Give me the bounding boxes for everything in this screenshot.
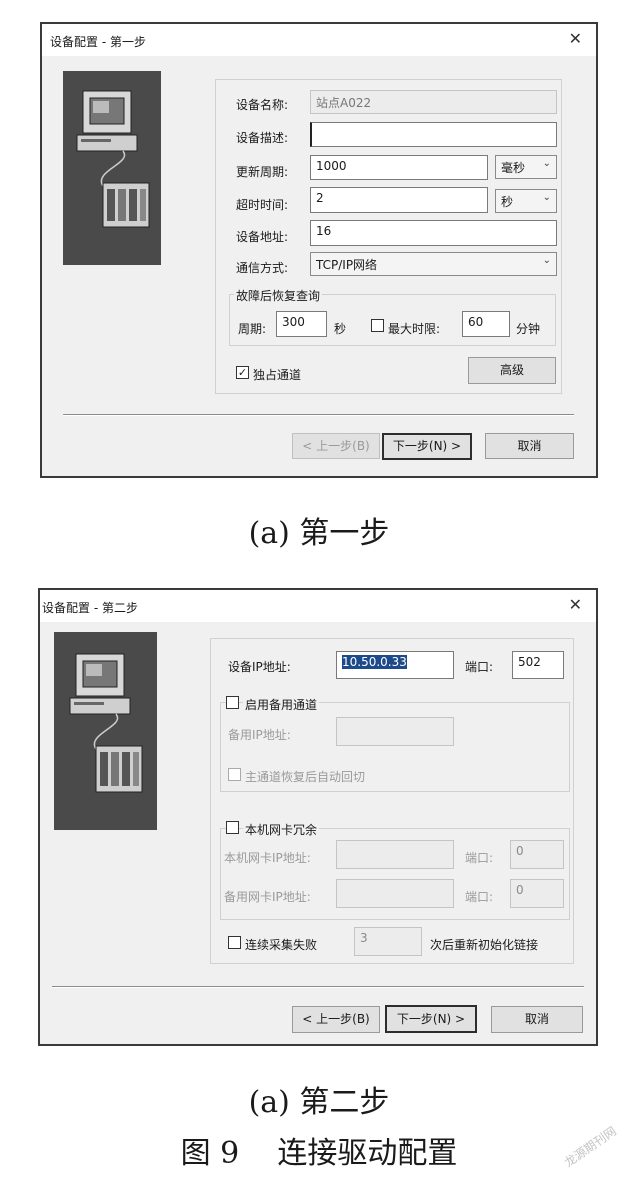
cycle-label: 周期: — [238, 322, 267, 336]
separator — [63, 414, 574, 416]
title-bar: 设备配置 - 第一步 ✕ — [42, 24, 596, 56]
ip-address-label: 设备IP地址: — [228, 660, 291, 674]
continuous-fail-checkbox[interactable] — [228, 936, 241, 949]
exclusive-channel-label: 独占通道 — [253, 368, 302, 382]
backup-port-label: 端口: — [465, 890, 494, 904]
update-period-unit: 毫秒 — [501, 161, 526, 175]
backup-nic-ip-field[interactable] — [336, 879, 454, 908]
timeout-unit: 秒 — [501, 195, 514, 209]
update-period-unit-select[interactable]: 毫秒 ⌄ — [495, 155, 557, 179]
backup-ip-label: 备用IP地址: — [228, 728, 291, 742]
max-limit-checkbox[interactable] — [371, 319, 384, 332]
config-dialog-step1: 设备配置 - 第一步 ✕ 设备名称: 站点A022 设备描述: 更新周期: 10… — [40, 22, 598, 478]
prev-step-button[interactable]: < 上一步(B) — [292, 433, 380, 459]
device-illustration — [63, 71, 161, 265]
computer-plc-icon — [69, 653, 143, 793]
cycle-unit: 秒 — [334, 322, 347, 336]
dialog-title: 设备配置 - 第一步 — [50, 35, 146, 49]
local-port-label: 端口: — [465, 851, 494, 865]
config-dialog-step2: 设备配置 - 第二步 ✕ 设备IP地址: 10.50.0.33 端口: 502 … — [38, 588, 598, 1046]
comm-method-select[interactable]: TCP/IP网络 ⌄ — [310, 252, 557, 276]
max-limit-field[interactable]: 60 — [462, 311, 510, 337]
backup-channel-checkbox[interactable] — [226, 696, 239, 709]
chevron-down-icon: ⌄ — [542, 192, 551, 203]
cycle-field[interactable]: 300 — [276, 311, 327, 337]
local-nic-ip-label: 本机网卡IP地址: — [224, 851, 311, 865]
reinit-suffix-label: 次后重新初始化链接 — [430, 938, 539, 952]
nic-redundancy-checkbox[interactable] — [226, 821, 239, 834]
name-label: 设备名称: — [236, 98, 289, 112]
auto-switch-checkbox[interactable] — [228, 768, 241, 781]
close-icon[interactable]: ✕ — [569, 595, 582, 615]
local-port-field[interactable]: 0 — [510, 840, 564, 869]
exclusive-channel-checkbox[interactable]: ✓ — [236, 366, 249, 379]
max-limit-label: 最大时限: — [388, 322, 441, 336]
advanced-button[interactable]: 高级 — [468, 357, 556, 384]
port-field[interactable]: 502 — [512, 651, 564, 679]
chevron-down-icon: ⌄ — [542, 158, 551, 169]
chevron-down-icon: ⌄ — [542, 255, 551, 266]
comm-method-label: 通信方式: — [236, 261, 289, 275]
caption-step1: (a) 第一步 — [248, 516, 390, 551]
comm-method-value: TCP/IP网络 — [316, 258, 378, 272]
separator — [52, 986, 584, 988]
description-field[interactable] — [310, 122, 557, 147]
device-illustration — [54, 632, 157, 830]
name-field: 站点A022 — [310, 90, 557, 114]
cancel-button[interactable]: 取消 — [491, 1006, 583, 1033]
backup-channel-label: 启用备用通道 — [243, 696, 320, 713]
continuous-fail-label: 连续采集失败 — [245, 938, 318, 952]
update-period-field[interactable]: 1000 — [310, 155, 488, 180]
continuous-fail-count-field[interactable]: 3 — [354, 927, 422, 956]
next-step-button[interactable]: 下一步(N) > — [385, 1005, 477, 1033]
device-address-field[interactable]: 16 — [310, 220, 557, 246]
close-icon[interactable]: ✕ — [569, 29, 582, 49]
description-label: 设备描述: — [236, 131, 289, 145]
recovery-group-title: 故障后恢复查询 — [234, 287, 323, 304]
nic-redundancy-label: 本机网卡冗余 — [243, 821, 320, 838]
timeout-unit-select[interactable]: 秒 ⌄ — [495, 189, 557, 213]
port-label: 端口: — [465, 660, 494, 674]
timeout-label: 超时时间: — [236, 198, 289, 212]
device-address-label: 设备地址: — [236, 230, 289, 244]
backup-nic-ip-label: 备用网卡IP地址: — [224, 890, 311, 904]
update-period-label: 更新周期: — [236, 165, 289, 179]
dialog-title: 设备配置 - 第二步 — [42, 601, 138, 615]
caption-step2: (a) 第二步 — [248, 1085, 390, 1120]
figure-caption: 图 9 连接驱动配置 — [180, 1136, 458, 1171]
auto-switch-label: 主通道恢复后自动回切 — [245, 770, 366, 784]
ip-address-field[interactable]: 10.50.0.33 — [336, 651, 454, 679]
cancel-button[interactable]: 取消 — [485, 433, 574, 459]
timeout-field[interactable]: 2 — [310, 187, 488, 213]
backup-port-field[interactable]: 0 — [510, 879, 564, 908]
backup-ip-field[interactable] — [336, 717, 454, 746]
title-bar: 设备配置 - 第二步 ✕ — [40, 590, 596, 622]
computer-plc-icon — [76, 90, 150, 228]
next-step-button[interactable]: 下一步(N) > — [382, 433, 472, 460]
prev-step-button[interactable]: < 上一步(B) — [292, 1006, 380, 1033]
ip-address-value: 10.50.0.33 — [342, 655, 407, 669]
max-limit-unit: 分钟 — [516, 322, 541, 336]
local-nic-ip-field[interactable] — [336, 840, 454, 869]
